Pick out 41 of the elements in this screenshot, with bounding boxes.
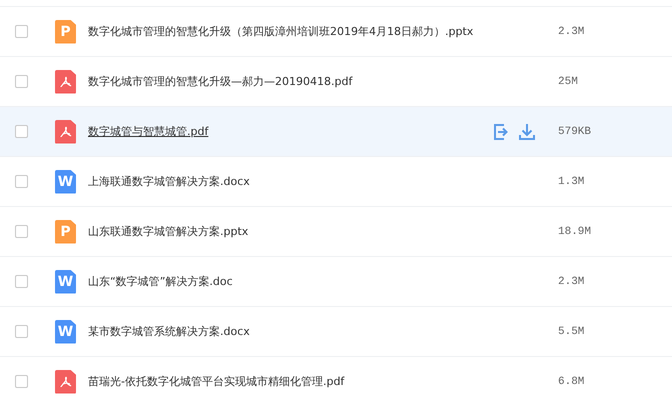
file-row[interactable]: 数字城管与智慧城管.pdf 579KB [0,106,672,156]
file-name[interactable]: 数字化城市管理的智慧化升级—郝力—20190418.pdf [88,74,558,89]
checkbox[interactable] [15,225,28,238]
file-name[interactable]: 山东“数字城管”解决方案.doc [88,274,558,289]
checkbox[interactable] [15,75,28,88]
checkbox[interactable] [15,175,28,188]
file-row[interactable]: W 某市数字城管系统解决方案.docx 5.5M [0,306,672,356]
pdf-file-icon [55,370,76,394]
file-row[interactable]: P 山东联通数字城管解决方案.pptx 18.9M [0,206,672,256]
pdf-file-icon [55,120,76,144]
file-size: 2.3M [558,276,586,288]
file-size: 18.9M [558,226,592,238]
checkbox[interactable] [15,375,28,388]
file-row[interactable]: P 数字化城市管理的智慧化升级（第四版漳州培训班2019年4月18日郝力）.pptx 2.3M [0,6,672,56]
file-name[interactable]: 数字化城市管理的智慧化升级（第四版漳州培训班2019年4月18日郝力）.pptx [88,24,558,39]
file-row[interactable]: W 上海联通数字城管解决方案.docx 1.3M [0,156,672,206]
checkbox[interactable] [15,325,28,338]
file-row[interactable]: W 山东“数字城管”解决方案.doc 2.3M [0,256,672,306]
file-name[interactable]: 山东联通数字城管解决方案.pptx [88,224,558,239]
file-size: 5.5M [558,326,586,338]
document-file-icon: W [55,170,76,194]
file-name[interactable]: 数字城管与智慧城管.pdf [88,124,492,139]
file-name[interactable]: 苗瑞光-依托数字化城管平台实现城市精细化管理.pdf [88,374,558,389]
file-size: 2.3M [558,26,586,38]
checkbox[interactable] [15,25,28,38]
document-file-icon: W [55,270,76,294]
download-icon[interactable] [518,122,536,140]
document-file-icon: W [55,320,76,344]
presentation-file-icon: P [55,20,76,44]
pdf-file-icon [55,70,76,94]
presentation-file-icon: P [55,220,76,244]
file-size: 1.3M [558,176,586,188]
file-size: 25M [558,76,579,88]
share-icon[interactable] [492,122,510,140]
file-name[interactable]: 上海联通数字城管解决方案.docx [88,174,558,189]
file-size: 6.8M [558,376,586,388]
checkbox[interactable] [15,275,28,288]
file-row[interactable]: 苗瑞光-依托数字化城管平台实现城市精细化管理.pdf 6.8M [0,356,672,400]
file-size: 579KB [558,126,592,138]
file-name[interactable]: 某市数字城管系统解决方案.docx [88,324,558,339]
checkbox[interactable] [15,125,28,138]
